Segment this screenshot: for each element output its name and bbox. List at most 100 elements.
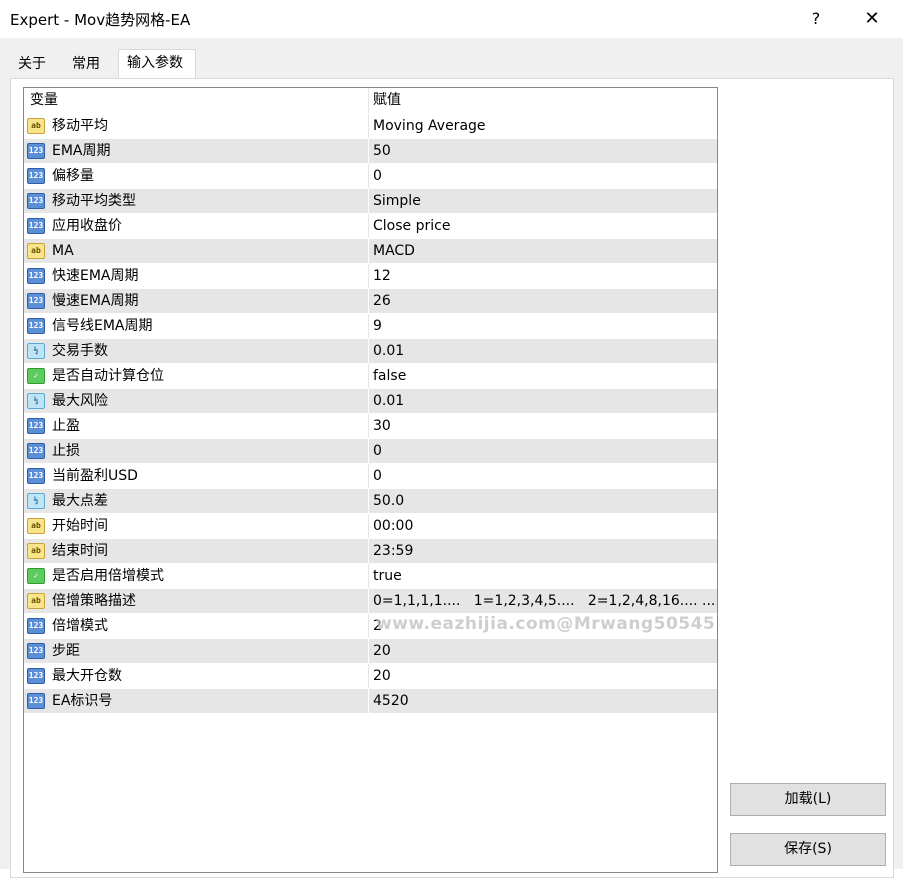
header-divider[interactable] [368,88,369,113]
column-divider [368,264,369,289]
column-divider [368,289,369,314]
parameter-row[interactable]: 123 最大开仓数 20 [24,663,717,689]
parameter-row[interactable]: 123 当前盈利USD 0 [24,463,717,489]
integer-type-icon: 123 [27,418,45,434]
parameter-row[interactable]: ab 开始时间 00:00 [24,513,717,539]
parameter-row[interactable]: 123 止盈 30 [24,413,717,439]
double-type-icon: ½ [27,493,45,509]
parameter-value[interactable]: true [373,564,402,589]
parameter-value[interactable]: false [373,364,406,389]
tab-about[interactable]: 关于 [10,51,64,77]
column-divider [368,164,369,189]
column-divider [368,439,369,464]
parameter-row[interactable]: 123 信号线EMA周期 9 [24,313,717,339]
parameter-row[interactable]: 123 慢速EMA周期 26 [24,288,717,314]
parameter-name: 偏移量 [52,168,94,184]
parameter-name: 交易手数 [52,343,108,359]
parameter-value[interactable]: MACD [373,239,415,264]
parameter-row[interactable]: 123 止损 0 [24,438,717,464]
boolean-type-icon: ✓ [27,368,45,384]
double-type-icon: ½ [27,393,45,409]
parameter-value[interactable]: 9 [373,314,382,339]
parameter-name: 移动平均类型 [52,193,136,209]
parameter-row[interactable]: ✓ 是否自动计算仓位 false [24,363,717,389]
parameter-value[interactable]: 0.01 [373,389,404,414]
column-divider [368,314,369,339]
parameter-row[interactable]: ½ 最大点差 50.0 [24,488,717,514]
string-type-icon: ab [27,543,45,559]
integer-type-icon: 123 [27,218,45,234]
parameter-value[interactable]: Simple [373,189,421,214]
parameter-value[interactable]: 23:59 [373,539,413,564]
double-type-icon: ½ [27,343,45,359]
parameter-row[interactable]: 123 应用收盘价 Close price [24,213,717,239]
parameter-name: 开始时间 [52,518,108,534]
column-divider [368,489,369,514]
parameter-row[interactable]: 123 步距 20 [24,638,717,664]
parameter-row[interactable]: 123 偏移量 0 [24,163,717,189]
watermark: www.eazhijia.com@Mrwang50545 [376,614,716,634]
save-button[interactable]: 保存(S) [730,833,886,866]
parameter-row[interactable]: ✓ 是否启用倍增模式 true [24,563,717,589]
parameter-name: 最大风险 [52,393,108,409]
parameter-row[interactable]: 123 EA标识号 4520 [24,688,717,714]
string-type-icon: ab [27,593,45,609]
parameter-row[interactable]: ab MA MACD [24,238,717,264]
parameter-value[interactable]: 0 [373,439,382,464]
integer-type-icon: 123 [27,193,45,209]
integer-type-icon: 123 [27,468,45,484]
parameter-value[interactable]: Close price [373,214,450,239]
tab-inputs[interactable]: 输入参数 [118,49,196,79]
parameter-value[interactable]: 50 [373,139,391,164]
column-divider [368,464,369,489]
column-divider [368,214,369,239]
parameter-value[interactable]: 20 [373,664,391,689]
parameter-value[interactable]: 50.0 [373,489,404,514]
parameter-value[interactable]: 4520 [373,689,409,714]
string-type-icon: ab [27,118,45,134]
parameter-row[interactable]: 123 移动平均类型 Simple [24,188,717,214]
title-bar: Expert - Mov趋势网格-EA ? ✕ [0,0,903,38]
parameter-name: 结束时间 [52,543,108,559]
integer-type-icon: 123 [27,268,45,284]
header-value[interactable]: 赋值 [373,88,401,113]
parameter-name: EA标识号 [52,693,113,709]
parameter-value[interactable]: 30 [373,414,391,439]
parameter-name: 是否自动计算仓位 [52,368,164,384]
tab-common[interactable]: 常用 [64,51,118,77]
load-button[interactable]: 加载(L) [730,783,886,816]
parameter-row[interactable]: 123 快速EMA周期 12 [24,263,717,289]
parameter-name: 信号线EMA周期 [52,318,153,334]
parameter-row[interactable]: 123 EMA周期 50 [24,138,717,164]
parameter-value[interactable]: 0 [373,164,382,189]
integer-type-icon: 123 [27,293,45,309]
parameter-row[interactable]: ½ 交易手数 0.01 [24,338,717,364]
column-divider [368,139,369,164]
parameter-value[interactable]: Moving Average [373,114,486,139]
parameter-row[interactable]: ½ 最大风险 0.01 [24,388,717,414]
parameter-name: MA [52,243,74,259]
parameter-value[interactable]: 00:00 [373,514,413,539]
parameter-value[interactable]: 0 [373,464,382,489]
parameter-name: 慢速EMA周期 [52,293,139,309]
header-variable[interactable]: 变量 [30,88,58,113]
column-divider [368,514,369,539]
parameter-value[interactable]: 0=1,1,1,1.... 1=1,2,3,4,5.... 2=1,2,4,8,… [373,589,715,614]
parameter-name: 止损 [52,443,80,459]
parameter-value[interactable]: 20 [373,639,391,664]
help-button[interactable]: ? [794,4,838,34]
window-title: Expert - Mov趋势网格-EA [10,11,191,29]
integer-type-icon: 123 [27,168,45,184]
dialog-body: 关于 常用 输入参数 变量 赋值 ab 移动平均 Moving Average 123… [0,38,903,878]
parameter-row[interactable]: ab 移动平均 Moving Average [24,113,717,139]
parameter-value[interactable]: 0.01 [373,339,404,364]
parameter-row[interactable]: ab 结束时间 23:59 [24,538,717,564]
parameter-row[interactable]: ab 倍增策略描述 0=1,1,1,1.... 1=1,2,3,4,5.... 2=… [24,588,717,614]
parameter-value[interactable]: 26 [373,289,391,314]
integer-type-icon: 123 [27,143,45,159]
close-button[interactable]: ✕ [850,4,894,34]
parameter-name: 当前盈利USD [52,468,138,484]
parameter-value[interactable]: 12 [373,264,391,289]
integer-type-icon: 123 [27,443,45,459]
column-divider [368,639,369,664]
